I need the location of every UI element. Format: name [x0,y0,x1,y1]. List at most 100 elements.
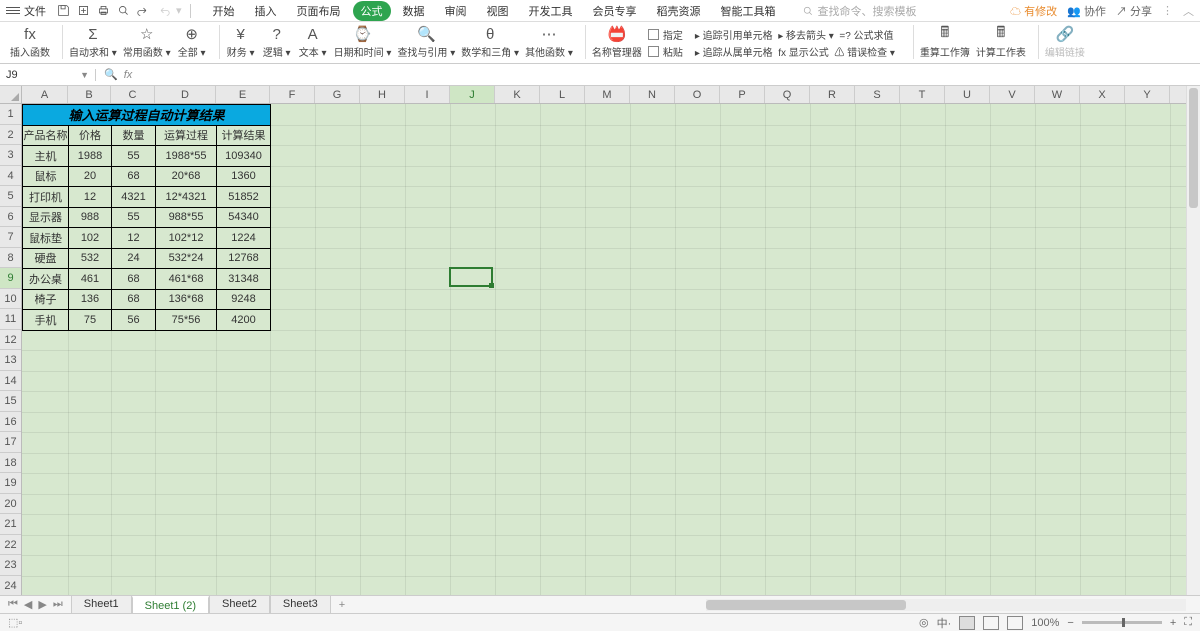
col-header-E[interactable]: E [216,86,270,103]
eye-icon[interactable]: ◎ [919,616,929,629]
ime-indicator[interactable]: 中· [937,615,952,631]
ribbon-1[interactable]: Σ自动求和 ▾ [69,24,117,59]
col-header-J[interactable]: J [450,86,495,103]
col-header-G[interactable]: G [315,86,360,103]
col-header-L[interactable]: L [540,86,585,103]
more-icon[interactable]: ⋮ [1162,4,1173,17]
zoom-in-button[interactable]: + [1170,617,1176,629]
zoom-slider[interactable] [1082,621,1162,624]
sheet-tab-3[interactable]: Sheet3 [270,596,331,614]
share-button[interactable]: ↗ 分享 [1116,3,1152,19]
col-header-S[interactable]: S [855,86,900,103]
ribbon-2[interactable]: ☆常用函数 ▾ [123,24,171,59]
ribbon-3[interactable]: ⊕全部 ▾ [177,24,207,59]
col-header-M[interactable]: M [585,86,630,103]
tab-6[interactable]: 视图 [479,1,517,21]
row-header-10[interactable]: 10 [0,289,21,310]
ribbon-8[interactable]: 🔍查找与引用 ▾ [397,24,455,59]
row-header-19[interactable]: 19 [0,473,21,494]
ribbon-9[interactable]: θ数学和三角 ▾ [461,24,519,59]
sheet-first-icon[interactable]: ⏮ [8,598,18,611]
row-header-6[interactable]: 6 [0,207,21,228]
search-box[interactable]: 查找命令、搜索模板 [802,3,917,19]
col-header-K[interactable]: K [495,86,540,103]
row-header-13[interactable]: 13 [0,350,21,371]
calc-sheet[interactable]: 🖩计算工作表 [976,24,1026,59]
tab-8[interactable]: 会员专享 [585,1,645,21]
preview-icon[interactable] [114,2,132,20]
add-sheet-button[interactable]: + [331,599,353,611]
ribbon-4[interactable]: ¥财务 ▾ [226,24,256,59]
view-layout-icon[interactable] [983,616,999,630]
col-header-T[interactable]: T [900,86,945,103]
tab-7[interactable]: 开发工具 [521,1,581,21]
row-header-3[interactable]: 3 [0,145,21,166]
tab-5[interactable]: 审阅 [437,1,475,21]
col-header-Y[interactable]: Y [1125,86,1170,103]
row-header-12[interactable]: 12 [0,330,21,351]
coop-button[interactable]: 👥 协作 [1067,3,1106,19]
sheet-last-icon[interactable]: ⏭ [53,598,63,611]
tab-3[interactable]: 公式 [353,1,391,21]
fullscreen-icon[interactable]: ⛶ [1184,616,1192,629]
view-break-icon[interactable] [1007,616,1023,630]
tab-4[interactable]: 数据 [395,1,433,21]
col-header-X[interactable]: X [1080,86,1125,103]
sheet-tab-2[interactable]: Sheet2 [209,596,270,614]
col-header-W[interactable]: W [1035,86,1080,103]
col-header-F[interactable]: F [270,86,315,103]
spreadsheet-grid[interactable]: ABCDEFGHIJKLMNOPQRSTUVWXY 12345678910111… [0,86,1200,595]
col-header-Q[interactable]: Q [765,86,810,103]
horizontal-scrollbar[interactable] [706,599,1186,611]
ribbon-0[interactable]: fx插入函数 [10,24,50,59]
hamburger-icon[interactable] [6,4,20,18]
row-header-2[interactable]: 2 [0,125,21,146]
col-header-N[interactable]: N [630,86,675,103]
sheet-prev-icon[interactable]: ◀ [24,598,32,611]
row-header-17[interactable]: 17 [0,432,21,453]
row-header-23[interactable]: 23 [0,555,21,576]
ribbon-6[interactable]: A文本 ▾ [298,24,328,59]
export-icon[interactable] [74,2,92,20]
row-header-11[interactable]: 11 [0,309,21,330]
ribbon-5[interactable]: ?逻辑 ▾ [262,24,292,59]
row-header-1[interactable]: 1 [0,104,21,125]
redo-icon[interactable] [154,2,172,20]
modified-indicator[interactable]: ☁ 有修改 [1010,3,1057,19]
tab-9[interactable]: 稻壳资源 [649,1,709,21]
zoom-fx-icon[interactable]: 🔍 [104,68,118,81]
row-header-4[interactable]: 4 [0,166,21,187]
sheet-tab-0[interactable]: Sheet1 [71,596,132,614]
row-header-8[interactable]: 8 [0,248,21,269]
view-normal-icon[interactable] [959,616,975,630]
file-menu[interactable]: 文件 [24,3,46,19]
row-header-5[interactable]: 5 [0,186,21,207]
row-header-7[interactable]: 7 [0,227,21,248]
tab-2[interactable]: 页面布局 [289,1,349,21]
col-header-H[interactable]: H [360,86,405,103]
sheet-next-icon[interactable]: ▶ [38,598,46,611]
ribbon-7[interactable]: ⌚日期和时间 ▾ [334,24,392,59]
row-header-14[interactable]: 14 [0,371,21,392]
save-icon[interactable] [54,2,72,20]
record-macro-icon[interactable]: ⬚▫ [8,616,22,629]
col-header-U[interactable]: U [945,86,990,103]
row-header-15[interactable]: 15 [0,391,21,412]
row-header-20[interactable]: 20 [0,494,21,515]
tab-10[interactable]: 智能工具箱 [713,1,784,21]
print-icon[interactable] [94,2,112,20]
collapse-ribbon-icon[interactable]: ︿ [1183,3,1194,19]
name-box[interactable]: J9▼ [0,69,96,81]
col-header-B[interactable]: B [68,86,111,103]
tab-0[interactable]: 开始 [205,1,243,21]
ribbon-10[interactable]: ⋯其他函数 ▾ [525,24,573,59]
col-header-R[interactable]: R [810,86,855,103]
row-header-22[interactable]: 22 [0,535,21,556]
row-header-16[interactable]: 16 [0,412,21,433]
col-header-C[interactable]: C [111,86,155,103]
row-header-18[interactable]: 18 [0,453,21,474]
row-header-21[interactable]: 21 [0,514,21,535]
col-header-D[interactable]: D [155,86,216,103]
vertical-scrollbar[interactable] [1186,86,1200,595]
zoom-level[interactable]: 100% [1031,617,1059,629]
